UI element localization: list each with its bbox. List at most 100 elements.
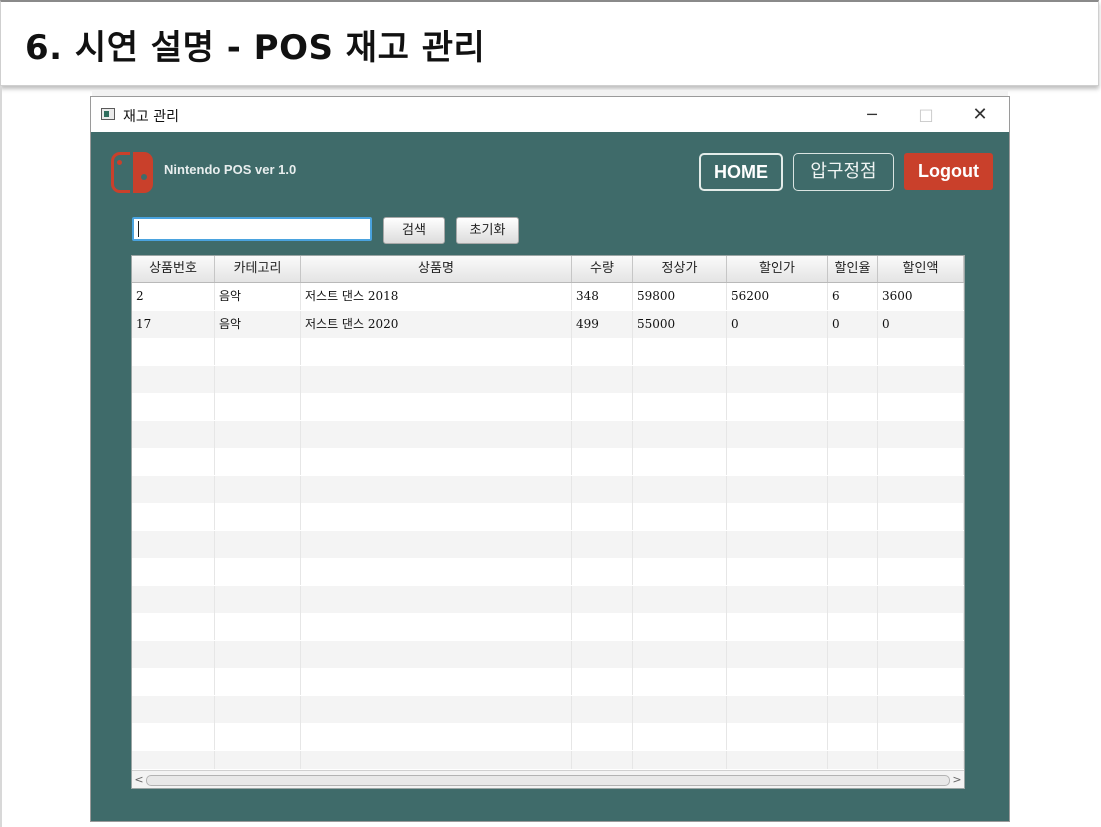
table-cell — [878, 723, 964, 750]
table-cell — [215, 585, 301, 613]
table-cell — [301, 723, 572, 750]
table-cell — [132, 750, 215, 769]
table-header: 상품번호 카테고리 상품명 수량 정상가 할인가 할인율 할인액 — [132, 256, 964, 283]
table-cell — [633, 365, 727, 393]
table-cell — [215, 393, 301, 420]
table-cell — [301, 750, 572, 769]
window-titlebar[interactable]: 재고 관리 ─ □ ✕ — [91, 97, 1009, 132]
table-row[interactable] — [132, 585, 964, 613]
table-cell — [572, 530, 633, 558]
table-cell — [828, 393, 878, 420]
app-window: 재고 관리 ─ □ ✕ Nintendo POS ver 1.0 HOME 압구… — [90, 96, 1010, 822]
table-cell — [301, 338, 572, 365]
table-cell — [215, 695, 301, 723]
table-cell — [572, 448, 633, 475]
column-header[interactable]: 상품명 — [301, 256, 572, 282]
table-cell: 저스트 댄스 2020 — [301, 310, 572, 338]
table-row[interactable] — [132, 530, 964, 558]
table-cell — [878, 393, 964, 420]
search-button[interactable]: 검색 — [383, 217, 445, 244]
table-cell: 0 — [878, 310, 964, 338]
table-cell — [878, 558, 964, 585]
table-cell — [215, 420, 301, 448]
maximize-button[interactable]: □ — [903, 97, 949, 132]
table-cell — [132, 585, 215, 613]
table-cell — [132, 695, 215, 723]
table-cell: 0 — [727, 310, 828, 338]
table-cell — [132, 503, 215, 530]
scroll-right-icon[interactable]: > — [950, 771, 964, 788]
table-row[interactable] — [132, 668, 964, 695]
table-cell — [301, 393, 572, 420]
search-input[interactable] — [132, 217, 372, 241]
scrollbar-thumb[interactable] — [146, 775, 950, 786]
window-title: 재고 관리 — [123, 109, 179, 125]
table-cell — [878, 338, 964, 365]
table-cell — [633, 723, 727, 750]
table-row[interactable] — [132, 640, 964, 668]
table-cell — [727, 475, 828, 503]
table-cell — [132, 338, 215, 365]
table-row[interactable] — [132, 695, 964, 723]
table-row[interactable] — [132, 503, 964, 530]
table-cell — [878, 365, 964, 393]
table-cell — [727, 448, 828, 475]
table-cell — [828, 585, 878, 613]
table-cell: 3600 — [878, 283, 964, 310]
table-cell — [215, 668, 301, 695]
column-header[interactable]: 할인가 — [727, 256, 828, 282]
horizontal-scrollbar[interactable]: < > — [132, 770, 964, 788]
store-button[interactable]: 압구정점 — [793, 153, 894, 191]
table-row[interactable] — [132, 365, 964, 393]
table-body: 2 음악 저스트 댄스 2018 348 59800 56200 6 3600 17 음악 저스트 … — [132, 283, 964, 769]
table-row[interactable] — [132, 420, 964, 448]
minimize-button[interactable]: ─ — [849, 97, 895, 132]
table-row[interactable] — [132, 750, 964, 769]
nintendo-switch-logo-icon — [111, 152, 155, 193]
table-cell — [572, 393, 633, 420]
column-header[interactable]: 상품번호 — [132, 256, 215, 282]
column-header[interactable]: 수량 — [572, 256, 633, 282]
table-row[interactable]: 2 음악 저스트 댄스 2018 348 59800 56200 6 3600 — [132, 283, 964, 310]
table-cell — [878, 613, 964, 640]
table-cell — [215, 503, 301, 530]
scroll-left-icon[interactable]: < — [132, 771, 146, 788]
close-button[interactable]: ✕ — [957, 97, 1003, 132]
reset-button[interactable]: 초기화 — [456, 217, 519, 244]
table-row[interactable] — [132, 448, 964, 475]
table-cell: 음악 — [215, 283, 301, 310]
table-cell: 499 — [572, 310, 633, 338]
table-cell — [727, 585, 828, 613]
table-row[interactable] — [132, 338, 964, 365]
table-cell — [828, 640, 878, 668]
table-row[interactable] — [132, 613, 964, 640]
table-cell — [633, 420, 727, 448]
table-cell — [633, 695, 727, 723]
table-cell — [132, 475, 215, 503]
column-header[interactable]: 할인액 — [878, 256, 964, 282]
home-button[interactable]: HOME — [699, 153, 783, 191]
table-cell — [132, 448, 215, 475]
table-cell — [572, 723, 633, 750]
table-cell — [828, 448, 878, 475]
column-header[interactable]: 카테고리 — [215, 256, 301, 282]
table-row[interactable]: 17 음악 저스트 댄스 2020 499 55000 0 0 0 — [132, 310, 964, 338]
table-cell — [215, 365, 301, 393]
table-cell — [215, 338, 301, 365]
column-header[interactable]: 정상가 — [633, 256, 727, 282]
table-row[interactable] — [132, 393, 964, 420]
table-row[interactable] — [132, 723, 964, 750]
table-cell — [215, 640, 301, 668]
table-cell — [633, 503, 727, 530]
table-row[interactable] — [132, 475, 964, 503]
table-row[interactable] — [132, 558, 964, 585]
table-cell — [828, 475, 878, 503]
table-cell — [301, 613, 572, 640]
table-cell — [633, 558, 727, 585]
table-cell — [572, 613, 633, 640]
table-cell — [572, 640, 633, 668]
inventory-table[interactable]: 상품번호 카테고리 상품명 수량 정상가 할인가 할인율 할인액 2 음악 저스트 댄스 2018… — [131, 255, 965, 789]
table-cell — [572, 475, 633, 503]
column-header[interactable]: 할인율 — [828, 256, 878, 282]
logout-button[interactable]: Logout — [904, 153, 993, 190]
